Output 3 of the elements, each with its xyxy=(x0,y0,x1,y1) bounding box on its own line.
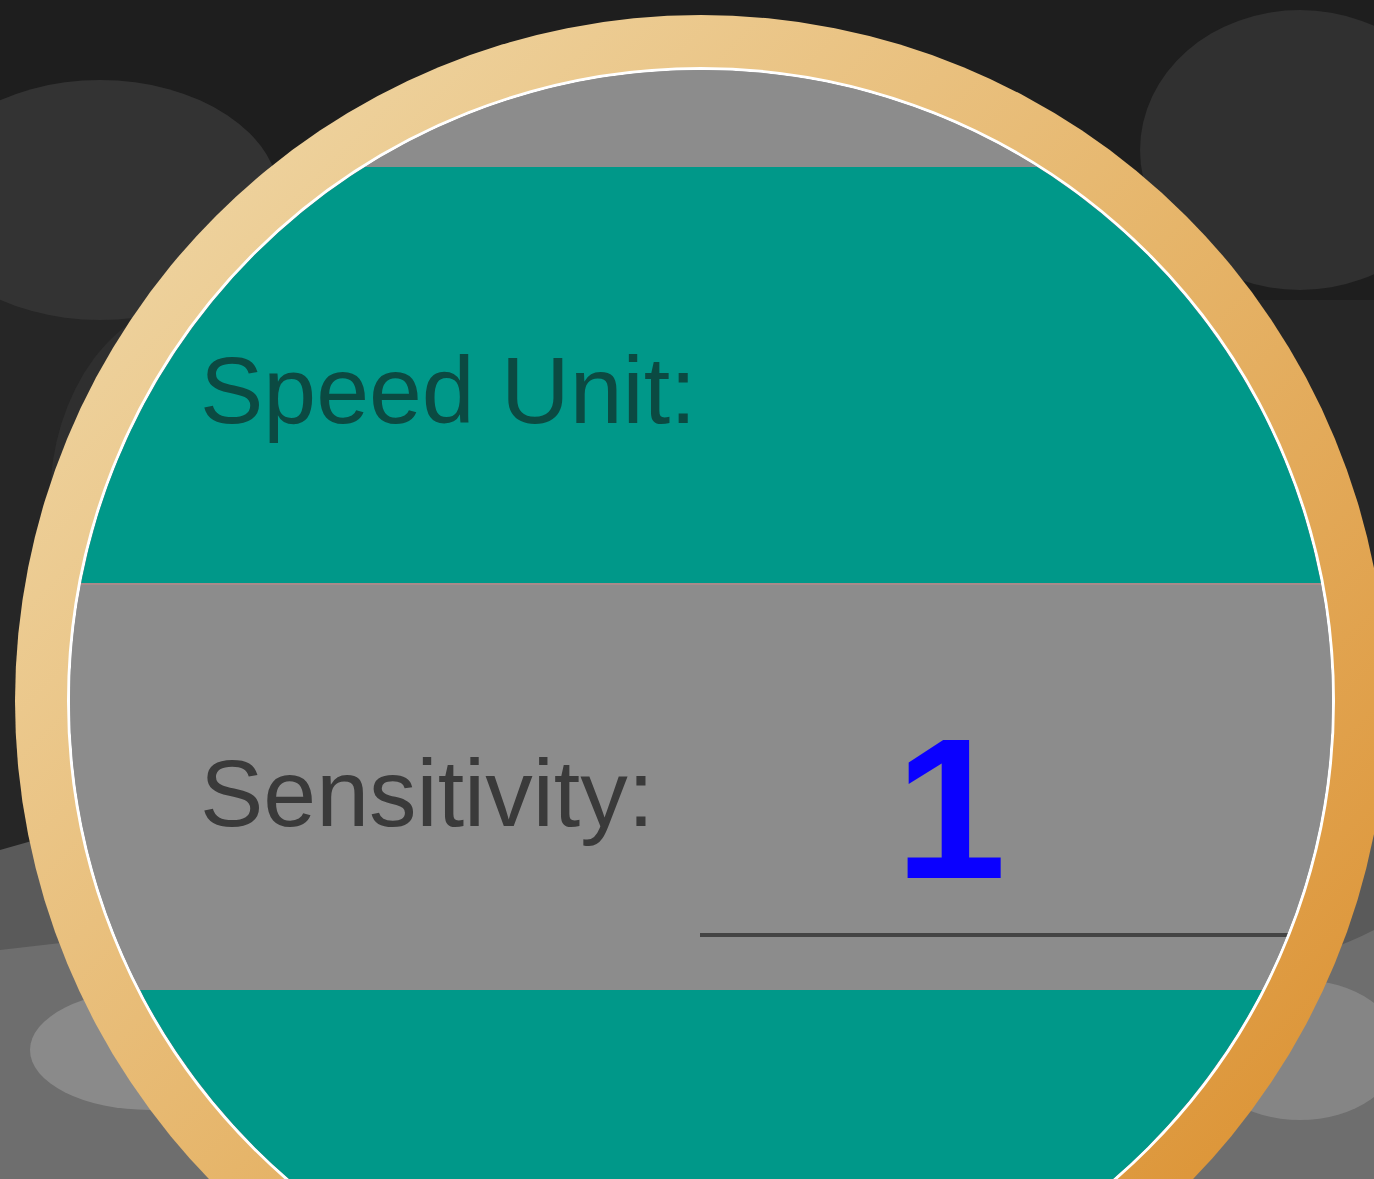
input-field[interactable]: 1 xyxy=(700,685,1332,937)
setting-label: Sensitivity: xyxy=(200,739,655,848)
setting-label: Speed Unit: xyxy=(200,336,697,445)
